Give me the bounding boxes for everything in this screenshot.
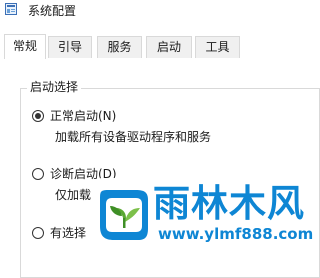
tab-label: 常规: [12, 39, 37, 53]
tab-startup[interactable]: 启动: [146, 36, 192, 58]
window-title: 系统配置: [28, 4, 77, 18]
watermark-brand: 雨林木风: [153, 182, 305, 225]
option-description: 加载所有设备驱动程序和服务: [55, 130, 212, 144]
tab-label: 启动: [156, 40, 181, 54]
title-bar: 系统配置: [0, 0, 315, 32]
watermark-url: www.ylmf888.com: [158, 225, 314, 243]
tab-label: 引导: [57, 40, 82, 54]
tab-boot[interactable]: 引导: [48, 36, 92, 58]
radio-button[interactable]: [32, 168, 44, 180]
option-label: 正常启动(N): [50, 109, 117, 123]
radio-button[interactable]: [32, 227, 44, 239]
tab-label: 工具: [205, 40, 230, 54]
group-legend: 启动选择: [27, 79, 82, 95]
tab-services[interactable]: 服务: [97, 36, 142, 58]
radio-button[interactable]: [32, 110, 44, 122]
tab-general[interactable]: 常规: [4, 34, 46, 59]
leaf-logo-icon: [100, 190, 148, 240]
option-label: 有选择: [50, 226, 87, 240]
option-description: 仅加载: [55, 188, 92, 202]
tab-label: 服务: [107, 40, 132, 54]
tab-tools[interactable]: 工具: [195, 36, 240, 58]
system-config-icon: [5, 3, 17, 15]
